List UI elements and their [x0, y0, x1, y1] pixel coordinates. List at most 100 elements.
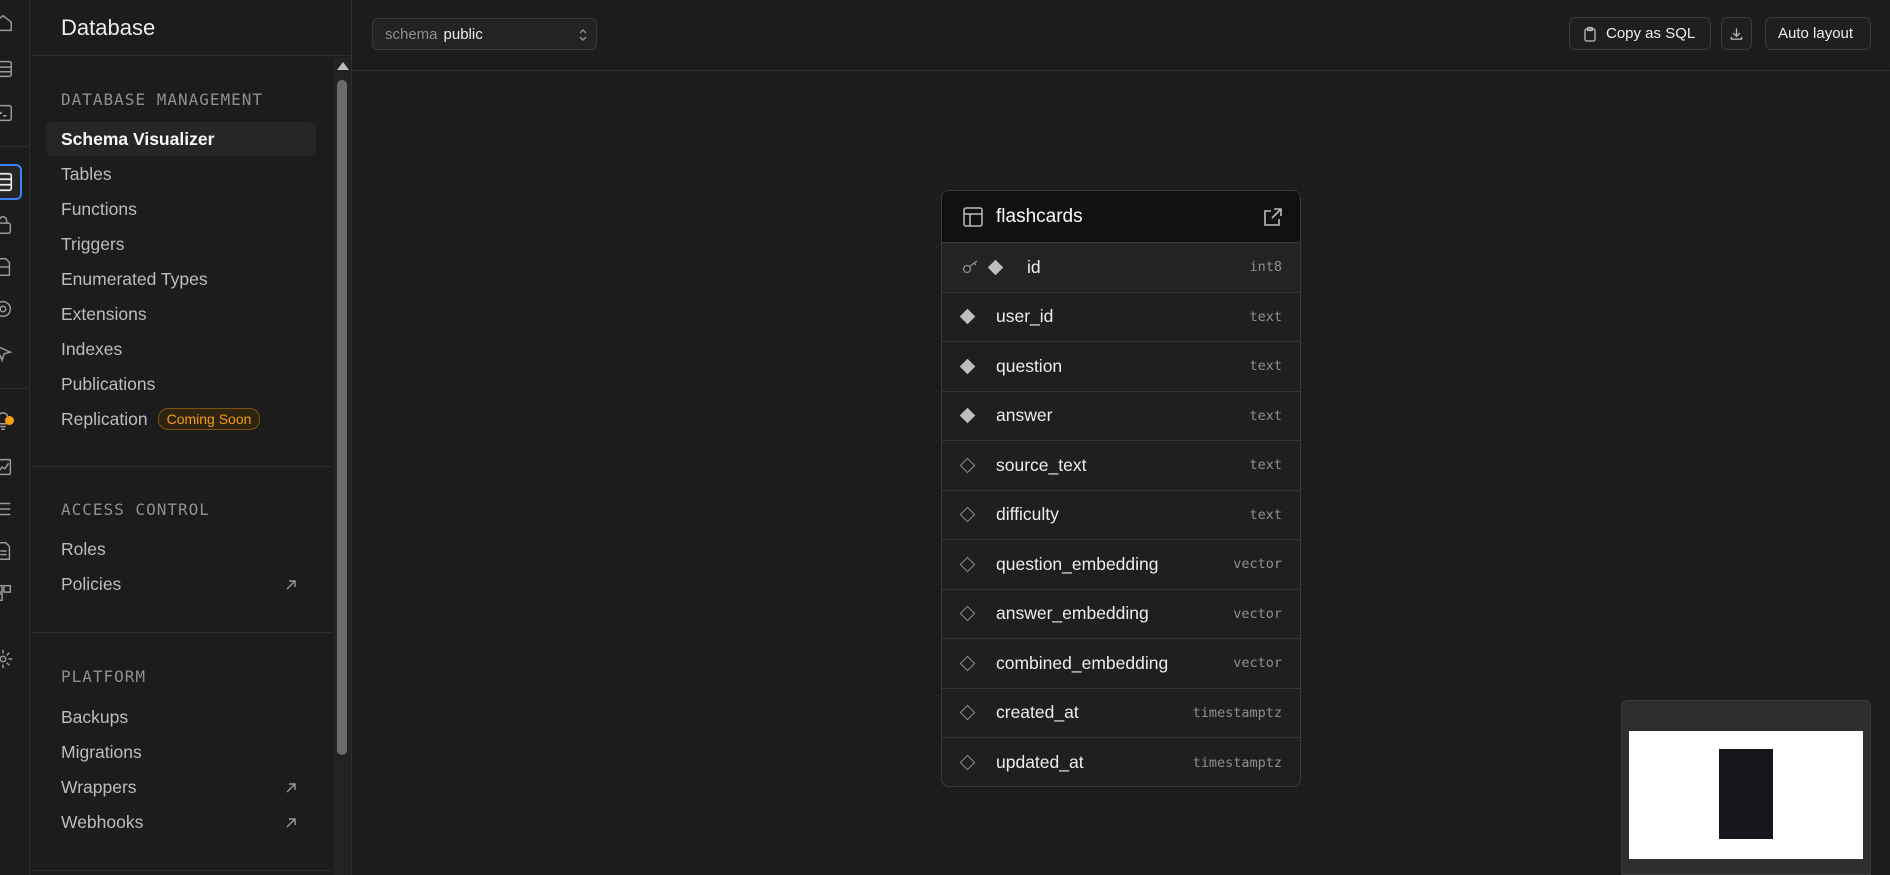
- column-type: timestamptz: [1192, 754, 1282, 771]
- table-name: flashcards: [996, 205, 1083, 227]
- schema-selector[interactable]: schema public: [372, 18, 597, 50]
- column-type: text: [1249, 358, 1282, 375]
- copy-as-sql-button[interactable]: Copy as SQL: [1569, 17, 1711, 50]
- column-type: text: [1249, 506, 1282, 523]
- nullable-diamond-icon: [959, 506, 976, 523]
- sidebar-item-policies[interactable]: Policies: [46, 567, 316, 601]
- database-icon[interactable]: [0, 171, 14, 193]
- auto-layout-label: Auto layout: [1778, 25, 1854, 42]
- sidebar-item-label: Migrations: [61, 741, 142, 762]
- sidebar-item-triggers[interactable]: Triggers: [46, 227, 316, 261]
- sidebar-item-label: Indexes: [61, 338, 123, 359]
- column-type: text: [1249, 407, 1282, 424]
- download-button[interactable]: [1721, 17, 1752, 50]
- column-type: int8: [1249, 259, 1282, 276]
- column-row-source-text[interactable]: source_text text: [942, 441, 1300, 491]
- section-title-database-management: DATABASE MANAGEMENT: [61, 90, 264, 109]
- column-row-created-at[interactable]: created_at timestamptz: [942, 689, 1300, 738]
- column-row-answer-embedding[interactable]: answer_embedding vector: [942, 590, 1300, 639]
- column-row-user-id[interactable]: user_id text: [942, 293, 1300, 342]
- api-docs-icon[interactable]: [0, 540, 14, 562]
- storage-icon[interactable]: [0, 256, 14, 278]
- scroll-thumb[interactable]: [337, 80, 347, 755]
- canvas-toolbar: schema public Copy as SQL Auto layout: [352, 0, 1890, 71]
- column-name: combined_embedding: [996, 652, 1169, 673]
- sidebar-item-wrappers[interactable]: Wrappers: [46, 770, 316, 804]
- logs-icon[interactable]: [0, 498, 14, 520]
- sidebar-item-extensions[interactable]: Extensions: [46, 297, 316, 331]
- sidebar-item-backups[interactable]: Backups: [46, 700, 316, 734]
- home-icon[interactable]: [0, 12, 14, 34]
- sidebar-item-functions[interactable]: Functions: [46, 192, 316, 226]
- auth-icon[interactable]: [0, 214, 14, 236]
- sidebar-item-migrations[interactable]: Migrations: [46, 735, 316, 769]
- sidebar-item-label: Schema Visualizer: [61, 128, 215, 149]
- key-icon: [962, 260, 980, 274]
- column-type: timestamptz: [1192, 704, 1282, 721]
- copy-as-sql-label: Copy as SQL: [1606, 25, 1696, 42]
- column-row-combined-embedding[interactable]: combined_embedding vector: [942, 639, 1300, 689]
- reports-icon[interactable]: [0, 456, 14, 478]
- sidebar-item-schema-visualizer[interactable]: Schema Visualizer: [46, 122, 316, 156]
- sidebar-scrollbar[interactable]: [333, 58, 351, 875]
- nullable-diamond-icon: [959, 556, 976, 573]
- arrow-up-right-icon: [284, 779, 298, 793]
- notification-dot: [5, 416, 14, 425]
- sidebar-item-label: Webhooks: [61, 811, 144, 832]
- column-row-question[interactable]: question text: [942, 342, 1300, 392]
- column-row-id[interactable]: id int8: [942, 243, 1300, 293]
- arrow-up-right-icon: [284, 814, 298, 828]
- coming-soon-badge: Coming Soon: [157, 408, 261, 430]
- settings-icon[interactable]: [0, 648, 14, 670]
- sidebar-item-label: Tables: [61, 163, 112, 184]
- chevron-up-down-icon: [578, 27, 588, 43]
- integrations-icon[interactable]: [0, 582, 14, 604]
- edge-functions-icon[interactable]: [0, 342, 14, 364]
- column-type: text: [1249, 308, 1282, 325]
- sidebar-item-tables[interactable]: Tables: [46, 157, 316, 191]
- scroll-up-arrow[interactable]: [337, 62, 349, 70]
- sidebar-item-label: Roles: [61, 538, 106, 559]
- arrow-up-right-icon: [284, 576, 298, 590]
- realtime-icon[interactable]: [0, 298, 14, 320]
- minimap-viewport[interactable]: [1629, 731, 1863, 859]
- sidebar: Database DATABASE MANAGEMENT Schema Visu…: [31, 0, 352, 875]
- table-node-flashcards[interactable]: flashcards id int8 user_id text question…: [941, 190, 1301, 787]
- sidebar-item-webhooks[interactable]: Webhooks: [46, 805, 316, 839]
- column-type: text: [1249, 457, 1282, 474]
- sidebar-item-label: Enumerated Types: [61, 268, 208, 289]
- sidebar-header: Database: [31, 0, 351, 56]
- section-title-access-control: ACCESS CONTROL: [61, 500, 210, 519]
- sidebar-item-indexes[interactable]: Indexes: [46, 332, 316, 366]
- table-editor-icon[interactable]: [0, 58, 14, 80]
- schema-canvas[interactable]: schema public Copy as SQL Auto layout fl…: [352, 0, 1890, 875]
- nullable-diamond-icon: [959, 754, 976, 771]
- sidebar-item-label: Replication: [61, 408, 148, 429]
- minimap[interactable]: [1621, 700, 1871, 875]
- sidebar-item-label: Triggers: [61, 233, 125, 254]
- sidebar-item-label: Wrappers: [61, 776, 137, 797]
- column-row-updated-at[interactable]: updated_at timestamptz: [942, 738, 1300, 786]
- column-type: vector: [1233, 655, 1282, 672]
- table-icon: [962, 206, 984, 228]
- column-name: answer_embedding: [996, 603, 1149, 624]
- table-node-header: flashcards: [942, 191, 1300, 243]
- column-name: id: [1027, 256, 1041, 277]
- column-row-difficulty[interactable]: difficulty text: [942, 491, 1300, 540]
- icon-rail: [0, 0, 30, 875]
- sidebar-item-publications[interactable]: Publications: [46, 367, 316, 401]
- sidebar-item-label: Backups: [61, 706, 129, 727]
- column-name: source_text: [996, 454, 1087, 475]
- column-row-answer[interactable]: answer text: [942, 392, 1300, 441]
- open-external-icon[interactable]: [1262, 206, 1284, 228]
- sql-editor-icon[interactable]: [0, 102, 14, 124]
- sidebar-item-roles[interactable]: Roles: [46, 532, 316, 566]
- auto-layout-button[interactable]: Auto layout: [1765, 17, 1871, 50]
- not-null-diamond-icon: [959, 358, 976, 375]
- column-type: vector: [1233, 556, 1282, 573]
- sidebar-item-label: Functions: [61, 198, 137, 219]
- sidebar-item-replication[interactable]: Replication Coming Soon: [46, 402, 316, 436]
- column-name: created_at: [996, 702, 1079, 723]
- sidebar-item-enumerated-types[interactable]: Enumerated Types: [46, 262, 316, 296]
- column-row-question-embedding[interactable]: question_embedding vector: [942, 540, 1300, 590]
